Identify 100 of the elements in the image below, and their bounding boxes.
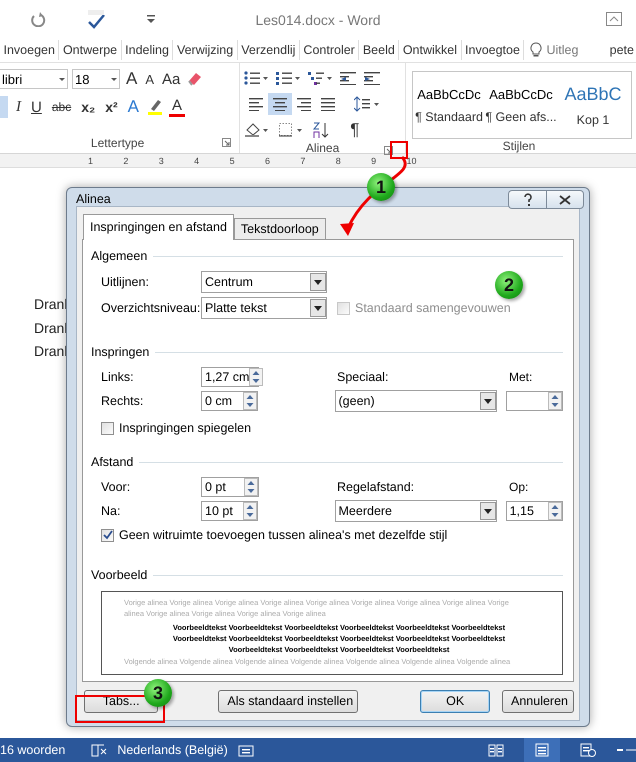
dialog-button[interactable]: Annuleren [502, 690, 574, 712]
dropdown[interactable]: (geen) [334, 390, 497, 412]
checkmark-icon [102, 530, 112, 540]
dialog-button[interactable]: Als standaard instellen [218, 690, 358, 712]
style-item[interactable]: AaBbCcDc ¶ Standaard [413, 72, 485, 138]
ribbon-tab[interactable]: Controler [300, 40, 360, 60]
ribbon-tab[interactable]: Invoegtoe [462, 40, 524, 60]
ruler-number: 6 [264, 156, 271, 166]
sort-icon[interactable] [312, 121, 330, 139]
dialog-button[interactable]: OK [420, 690, 490, 712]
field-label: Overzichtsniveau: [101, 301, 201, 315]
ribbon-tab[interactable]: Verwijzing [173, 40, 238, 60]
grow-font-button[interactable]: A [124, 69, 140, 89]
help-button[interactable] [508, 190, 546, 209]
dialog-tab[interactable]: Tekstdoorloop [234, 218, 326, 239]
numbered-list-icon[interactable] [276, 70, 300, 86]
ribbon-tab[interactable]: Ontwikkel [399, 40, 462, 60]
checkbox[interactable] [101, 528, 114, 542]
section-heading: Algemeen [91, 249, 148, 263]
align-lines-icon [249, 98, 264, 110]
ruler-number: 8 [336, 156, 342, 166]
shrink-font-button[interactable]: A [143, 72, 156, 86]
field-label: Op: [509, 480, 528, 494]
text-effects-button[interactable]: A [126, 97, 142, 117]
dropdown[interactable]: Platte tekst [201, 297, 327, 319]
close-button[interactable] [546, 190, 584, 209]
style-item[interactable]: AaBbC Kop 1 [557, 72, 629, 138]
group-label: Lettertype [90, 136, 144, 150]
ribbon-tab[interactable]: Invoegen [0, 40, 60, 60]
spin-field[interactable] [506, 391, 563, 411]
tell-me-field[interactable]: Uitleg [546, 43, 578, 57]
font-size-dropdown[interactable]: 18 [72, 69, 120, 89]
redo-icon[interactable] [30, 11, 46, 27]
ruler-number: 10 [406, 156, 418, 166]
ribbon-display-icon[interactable] [606, 12, 622, 26]
customize-menu-icon[interactable] [146, 14, 156, 24]
field-label: Links: [101, 370, 135, 384]
spin-field[interactable]: 10 pt [201, 501, 258, 521]
step-badge: 1 [367, 173, 395, 201]
proofing-book-icon[interactable] [91, 743, 108, 757]
ribbon-tab[interactable]: Ontwerpe [59, 40, 122, 60]
decrease-indent-icon[interactable] [340, 71, 356, 85]
spin-field[interactable]: 0 cm [201, 391, 258, 411]
field-label: Na: [101, 504, 122, 518]
change-case-button[interactable]: Aa [160, 70, 182, 88]
spinner-arrows-icon[interactable] [243, 502, 258, 520]
ribbon-tab[interactable]: Beeld [359, 40, 400, 60]
dropdown[interactable]: Meerdere [334, 500, 497, 522]
dropdown[interactable]: Centrum [201, 271, 327, 293]
ruler-number: 4 [194, 156, 200, 166]
user-name[interactable]: pete [610, 43, 636, 57]
window-title: Les014.docx - Word [255, 12, 381, 28]
line-spacing-icon[interactable] [354, 96, 380, 112]
borders-icon[interactable] [278, 122, 304, 138]
spin-field[interactable]: 0 pt [201, 477, 259, 497]
font-dropdown[interactable]: libri [0, 69, 68, 89]
dialog-launcher-icon[interactable] [222, 138, 232, 147]
close-icon [559, 194, 571, 204]
format-button[interactable]: U [29, 98, 44, 116]
increase-indent-icon[interactable] [364, 71, 380, 85]
help-icon [522, 192, 532, 206]
spinner-arrows-icon[interactable] [548, 392, 562, 410]
checkbox-label: Geen witruimte toevoegen tussen alinea's met dezelfde stijl [119, 528, 448, 542]
ruler-number: 2 [123, 156, 130, 166]
document-text: Dranl [34, 342, 68, 361]
format-button[interactable]: x² [103, 99, 120, 115]
print-view-button[interactable] [524, 738, 560, 762]
format-button[interactable]: I [14, 98, 23, 116]
highlighter-icon[interactable] [147, 98, 164, 116]
shading-bucket-icon[interactable] [244, 122, 270, 138]
word-count[interactable]: 16 woorden [0, 743, 66, 757]
spin-field[interactable]: 1,15 [506, 501, 563, 521]
spinner-arrows-icon[interactable] [249, 368, 264, 386]
checkbox[interactable] [101, 422, 114, 434]
field-label: Uitlijnen: [101, 275, 150, 289]
multilevel-list-icon[interactable] [308, 70, 332, 86]
ruler-number: 7 [300, 156, 306, 166]
eraser-icon[interactable] [186, 71, 202, 87]
ribbon-tab[interactable]: Verzendlij [238, 40, 300, 60]
show-formatting-button[interactable]: ¶ [348, 120, 362, 140]
format-button[interactable]: x₂ [79, 99, 98, 115]
ruler-number: 3 [158, 156, 165, 166]
field-label: Regelafstand: [337, 480, 416, 494]
dialog-launcher-icon[interactable] [384, 146, 393, 155]
spinner-arrows-icon[interactable] [244, 478, 258, 496]
align-center-button[interactable] [268, 93, 292, 115]
format-button[interactable]: abc [50, 100, 74, 114]
language-indicator[interactable]: Nederlands (België) [117, 743, 228, 757]
style-item[interactable]: AaBbCcDc ¶ Geen afs... [485, 72, 557, 138]
group-label: Stijlen [502, 139, 536, 153]
bullet-list-icon[interactable] [244, 70, 268, 86]
spinner-arrows-icon[interactable] [548, 502, 562, 520]
spinner-arrows-icon[interactable] [243, 392, 258, 410]
dialog-tab[interactable]: Inspringingen en afstand [83, 214, 234, 240]
macro-record-icon[interactable] [238, 743, 254, 757]
ribbon-tab[interactable]: Indeling [122, 40, 174, 60]
font-color-button[interactable]: A [169, 98, 186, 116]
lightbulb-icon[interactable] [530, 42, 542, 58]
spelling-check-icon[interactable] [86, 9, 106, 29]
document-text: Dranl [34, 318, 68, 338]
